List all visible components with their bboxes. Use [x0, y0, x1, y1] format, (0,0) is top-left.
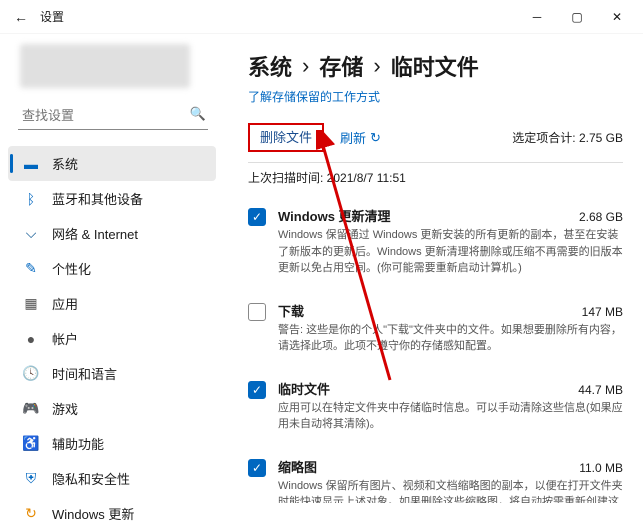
checkbox[interactable]: ✓: [248, 208, 266, 226]
search-icon: 🔍: [190, 106, 206, 122]
refresh-button[interactable]: 刷新↻: [340, 128, 381, 147]
sidebar-item-update[interactable]: ↻Windows 更新: [8, 496, 216, 531]
last-scan-time: 上次扫描时间: 2021/8/7 11:51: [248, 169, 623, 186]
apps-icon: ▦: [22, 295, 40, 312]
accessibility-icon: ♿: [22, 435, 40, 452]
back-icon[interactable]: ←: [14, 9, 36, 25]
crumb-system[interactable]: 系统: [248, 50, 292, 82]
close-button[interactable]: ✕: [597, 0, 637, 34]
selected-total: 选定项合计: 2.75 GB: [512, 129, 623, 146]
sidebar-item-personalize[interactable]: ✎个性化: [8, 251, 216, 286]
item-size: 11.0 MB: [579, 461, 623, 475]
shield-icon: ⛨: [22, 470, 40, 487]
item-title: 临时文件: [278, 379, 330, 398]
search-input[interactable]: [18, 102, 208, 130]
account-block: [20, 44, 190, 88]
checkbox[interactable]: ✓: [248, 381, 266, 399]
sidebar-item-privacy[interactable]: ⛨隐私和安全性: [8, 461, 216, 496]
list-item: ✓ Windows 更新清理 2.68 GB Windows 保留通过 Windows…: [248, 196, 623, 291]
update-icon: ↻: [22, 505, 40, 522]
checkbox[interactable]: ✓: [248, 459, 266, 477]
learn-link[interactable]: 了解存储保留的工作方式: [248, 88, 380, 105]
minimize-button[interactable]: ─: [517, 0, 557, 34]
crumb-storage[interactable]: 存储: [319, 50, 363, 82]
item-title: 缩略图: [278, 457, 317, 476]
sidebar-item-gaming[interactable]: 🎮游戏: [8, 391, 216, 426]
list-item: ✓ 临时文件 44.7 MB 应用可以在特定文件夹中存储临时信息。可以手动清除这些信息…: [248, 369, 623, 447]
window-title: 设置: [40, 8, 64, 25]
sidebar-item-network[interactable]: ⌵网络 & Internet: [8, 216, 216, 251]
list-item: ✓ 缩略图 11.0 MB Windows 保留所有图片、视频和文档缩略图的副本，以便…: [248, 447, 623, 504]
divider: [248, 162, 623, 163]
item-title: 下载: [278, 301, 304, 320]
delete-files-button[interactable]: 删除文件: [248, 123, 324, 152]
chevron-right-icon: ›: [302, 53, 309, 79]
game-icon: 🎮: [22, 400, 40, 417]
checkbox[interactable]: [248, 303, 266, 321]
sidebar-item-accounts[interactable]: ●帐户: [8, 321, 216, 356]
maximize-button[interactable]: ▢: [557, 0, 597, 34]
item-size: 44.7 MB: [578, 383, 623, 397]
refresh-icon: ↻: [370, 130, 381, 146]
sidebar-item-system[interactable]: ▬系统: [8, 146, 216, 181]
sidebar-item-accessibility[interactable]: ♿辅助功能: [8, 426, 216, 461]
titlebar: ← 设置 ─ ▢ ✕: [0, 0, 643, 34]
crumb-temp: 临时文件: [391, 50, 479, 82]
item-description: Windows 保留通过 Windows 更新安装的所有更新的副本，甚至在安装了…: [278, 227, 623, 277]
bluetooth-icon: ᛒ: [22, 191, 40, 207]
main-content: 系统 › 存储 › 临时文件 了解存储保留的工作方式 删除文件 刷新↻ 选定项合…: [222, 34, 643, 503]
clock-icon: 🕓: [22, 365, 40, 382]
wifi-icon: ⌵: [22, 225, 40, 242]
item-description: 应用可以在特定文件夹中存储临时信息。可以手动清除这些信息(如果应用未自动将其清除…: [278, 400, 623, 433]
item-size: 147 MB: [582, 305, 623, 319]
sidebar-item-time[interactable]: 🕓时间和语言: [8, 356, 216, 391]
sidebar: 🔍 ▬系统 ᛒ蓝牙和其他设备 ⌵网络 & Internet ✎个性化 ▦应用 ●…: [0, 34, 222, 503]
item-description: Windows 保留所有图片、视频和文档缩略图的副本，以便在打开文件夹时能快速显…: [278, 478, 623, 504]
brush-icon: ✎: [22, 260, 40, 277]
breadcrumb: 系统 › 存储 › 临时文件: [248, 50, 623, 82]
item-description: 警告: 这些是你的个人"下载"文件夹中的文件。如果想要删除所有内容，请选择此项。…: [278, 322, 623, 355]
account-icon: ●: [22, 331, 40, 347]
chevron-right-icon: ›: [373, 53, 380, 79]
sidebar-item-apps[interactable]: ▦应用: [8, 286, 216, 321]
item-title: Windows 更新清理: [278, 206, 391, 225]
list-item: 下载 147 MB 警告: 这些是你的个人"下载"文件夹中的文件。如果想要删除所有内…: [248, 291, 623, 369]
sidebar-item-bluetooth[interactable]: ᛒ蓝牙和其他设备: [8, 181, 216, 216]
display-icon: ▬: [22, 156, 40, 172]
item-size: 2.68 GB: [579, 210, 623, 224]
